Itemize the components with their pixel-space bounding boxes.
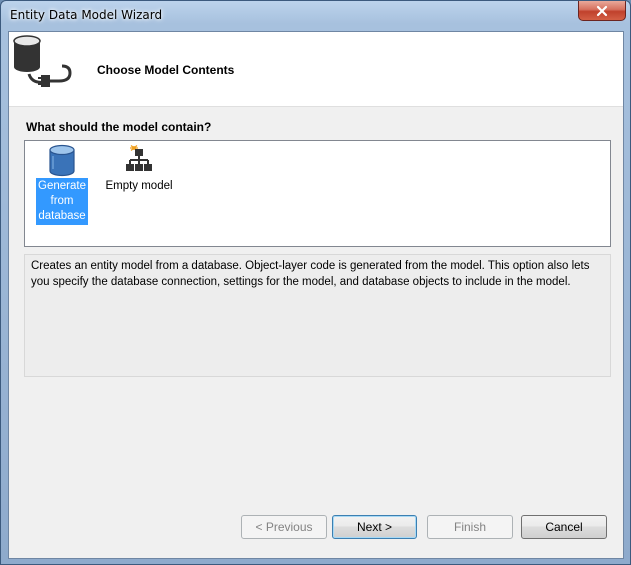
question-text: What should the model contain?	[26, 120, 212, 134]
cancel-button-label: Cancel	[545, 520, 583, 534]
previous-button[interactable]: < Previous	[241, 515, 327, 539]
previous-button-label: < Previous	[255, 520, 313, 534]
option-empty-model[interactable]: Empty model	[100, 141, 178, 195]
finish-button[interactable]: Finish	[427, 515, 513, 539]
wizard-header: Choose Model Contents	[9, 32, 623, 107]
option-description: Creates an entity model from a database.…	[24, 254, 611, 377]
option-label: Generate from database	[36, 178, 88, 225]
close-icon	[596, 5, 608, 16]
description-text: Creates an entity model from a database.…	[31, 260, 590, 288]
close-button[interactable]	[578, 1, 626, 21]
next-button-label: Next >	[356, 520, 392, 534]
database-icon	[49, 144, 75, 177]
page-title: Choose Model Contents	[97, 63, 235, 77]
model-options-list[interactable]: Generate from database Empty model	[24, 140, 611, 247]
option-generate-from-database[interactable]: Generate from database	[36, 141, 88, 225]
wizard-window: Entity Data Model Wizard Choose Model Co…	[0, 0, 631, 565]
wizard-client-area: Choose Model Contents What should the mo…	[8, 31, 624, 559]
database-plug-icon	[13, 35, 72, 87]
cancel-button[interactable]: Cancel	[521, 515, 607, 539]
window-title: Entity Data Model Wizard	[10, 8, 163, 22]
model-contents-label: What should the model contain?	[26, 120, 211, 134]
next-button[interactable]: Next >	[332, 515, 417, 539]
hierarchy-icon	[126, 145, 152, 171]
finish-button-label: Finish	[453, 520, 486, 534]
title-bar[interactable]: Entity Data Model Wizard	[1, 1, 630, 31]
option-label: Empty model	[105, 180, 173, 192]
